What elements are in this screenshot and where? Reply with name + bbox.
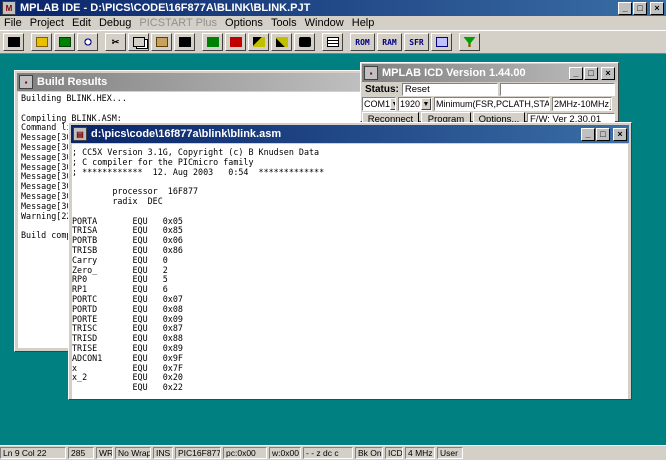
reset-icon[interactable] <box>294 33 315 51</box>
asm-code-line: ; ************ 12. Aug 2003 0:54 *******… <box>72 166 325 177</box>
icd-title-bar[interactable]: ▪ MPLAB ICD Version 1.44.00 _ □ × <box>362 64 617 82</box>
chevron-down-icon[interactable]: ▼ <box>609 98 611 110</box>
halt-icon[interactable] <box>225 33 246 51</box>
icd-title: MPLAB ICD Version 1.44.00 <box>382 67 526 79</box>
menu-edit[interactable]: Edit <box>68 17 95 29</box>
status-write-mode: WR <box>96 447 113 459</box>
find-icon[interactable] <box>77 33 98 51</box>
chevron-down-icon[interactable]: ▼ <box>421 98 431 110</box>
menu-tools[interactable]: Tools <box>267 17 301 29</box>
status-wrap: No Wrap <box>115 447 151 459</box>
build-results-title-bar[interactable]: ▪ Build Results <box>17 73 365 91</box>
app-maximize-button[interactable]: □ <box>633 1 647 15</box>
window-icon: ▪ <box>364 66 378 80</box>
status-breakpoints: Bk On <box>355 447 383 459</box>
menu-window[interactable]: Window <box>301 17 348 29</box>
toolbar: ✂ ROM RAM SFR <box>0 30 666 54</box>
menu-file[interactable]: File <box>0 17 26 29</box>
icd-window: ▪ MPLAB ICD Version 1.44.00 _ □ × Status… <box>360 62 619 126</box>
save-file-icon[interactable] <box>174 33 195 51</box>
icd-mode-select[interactable]: Minimum(FSR,PCLATH,STA▼ <box>434 97 550 111</box>
watch-icon[interactable] <box>322 33 343 51</box>
paste-icon[interactable] <box>151 33 172 51</box>
build-output-line: Building BLINK.HEX... <box>21 93 127 103</box>
icd-minimize-button[interactable]: _ <box>569 66 583 80</box>
asm-editor-title: d:\pics\code\16f877a\blink\blink.asm <box>91 128 282 140</box>
icd-baud-select[interactable]: 1920 ▼ <box>398 97 432 111</box>
status-flags: - - z dc c <box>303 447 353 459</box>
icd-port-select[interactable]: COM1▼ <box>362 97 396 111</box>
status-user: User <box>437 447 463 459</box>
menu-picstart-plus[interactable]: PICSTART Plus <box>135 17 221 29</box>
build-results-title: Build Results <box>37 76 108 88</box>
icd-frequency-select[interactable]: 2MHz-10MHz▼ <box>552 97 612 111</box>
menu-debug[interactable]: Debug <box>95 17 135 29</box>
icd-status-extra-field <box>499 83 615 96</box>
window-icon: ▪ <box>19 75 33 89</box>
menu-bar: File Project Edit Debug PICSTART Plus Op… <box>0 16 666 30</box>
save-icon[interactable] <box>54 33 75 51</box>
icd-status-field: Reset <box>401 83 498 96</box>
asm-minimize-button[interactable]: _ <box>581 127 595 141</box>
app-close-button[interactable]: × <box>650 1 664 15</box>
step-over-icon[interactable] <box>271 33 292 51</box>
icd-close-button[interactable]: × <box>601 66 615 80</box>
stopwatch-icon[interactable] <box>431 33 452 51</box>
status-frequency: 4 MHz <box>405 447 435 459</box>
mplab-app-icon[interactable]: M <box>2 1 16 15</box>
status-cursor-position: Ln 9 Col 22 <box>0 447 66 459</box>
status-bar: Ln 9 Col 22 285 WR No Wrap INS PIC16F877… <box>0 445 666 460</box>
open-folder-icon[interactable] <box>31 33 52 51</box>
app-title-bar[interactable]: M MPLAB IDE - D:\PICS\CODE\16F877A\BLINK… <box>0 0 666 16</box>
status-pc: pc:0x00 <box>223 447 267 459</box>
cut-icon[interactable]: ✂ <box>105 33 126 51</box>
chevron-down-icon[interactable]: ▼ <box>390 98 395 110</box>
sfr-window-button[interactable]: SFR <box>404 33 429 51</box>
rom-window-button[interactable]: ROM <box>350 33 375 51</box>
status-device: PIC16F877 <box>175 447 221 459</box>
icd-maximize-button[interactable]: □ <box>584 66 598 80</box>
status-insert-mode: INS <box>153 447 173 459</box>
step-icon[interactable] <box>248 33 269 51</box>
asm-editor-title-bar[interactable]: ▤ d:\pics\code\16f877a\blink\blink.asm _… <box>71 125 629 143</box>
app-title: MPLAB IDE - D:\PICS\CODE\16F877A\BLINK\B… <box>20 2 311 14</box>
asm-close-button[interactable]: × <box>613 127 627 141</box>
icd-status-label: Status: <box>365 84 399 95</box>
filter-icon[interactable] <box>459 33 480 51</box>
toolbar-mode-icon[interactable] <box>3 33 24 51</box>
menu-options[interactable]: Options <box>221 17 267 29</box>
asm-code-line: EQU 0x22 <box>72 382 183 393</box>
status-count: 285 <box>68 447 94 459</box>
asm-editor-window: ▤ d:\pics\code\16f877a\blink\blink.asm _… <box>68 122 632 400</box>
asm-maximize-button[interactable]: □ <box>596 127 610 141</box>
document-icon: ▤ <box>73 127 87 141</box>
asm-code-line: radix DEC <box>72 195 163 206</box>
menu-project[interactable]: Project <box>26 17 68 29</box>
asm-editor-text[interactable]: ; CC5X Version 3.1G, Copyright (c) B Knu… <box>72 144 628 399</box>
ram-window-button[interactable]: RAM <box>377 33 402 51</box>
status-debugger: ICD <box>385 447 403 459</box>
status-w-register: w:0x00 <box>269 447 301 459</box>
app-minimize-button[interactable]: _ <box>618 1 632 15</box>
run-icon[interactable] <box>202 33 223 51</box>
copy-icon[interactable] <box>128 33 149 51</box>
menu-help[interactable]: Help <box>348 17 379 29</box>
